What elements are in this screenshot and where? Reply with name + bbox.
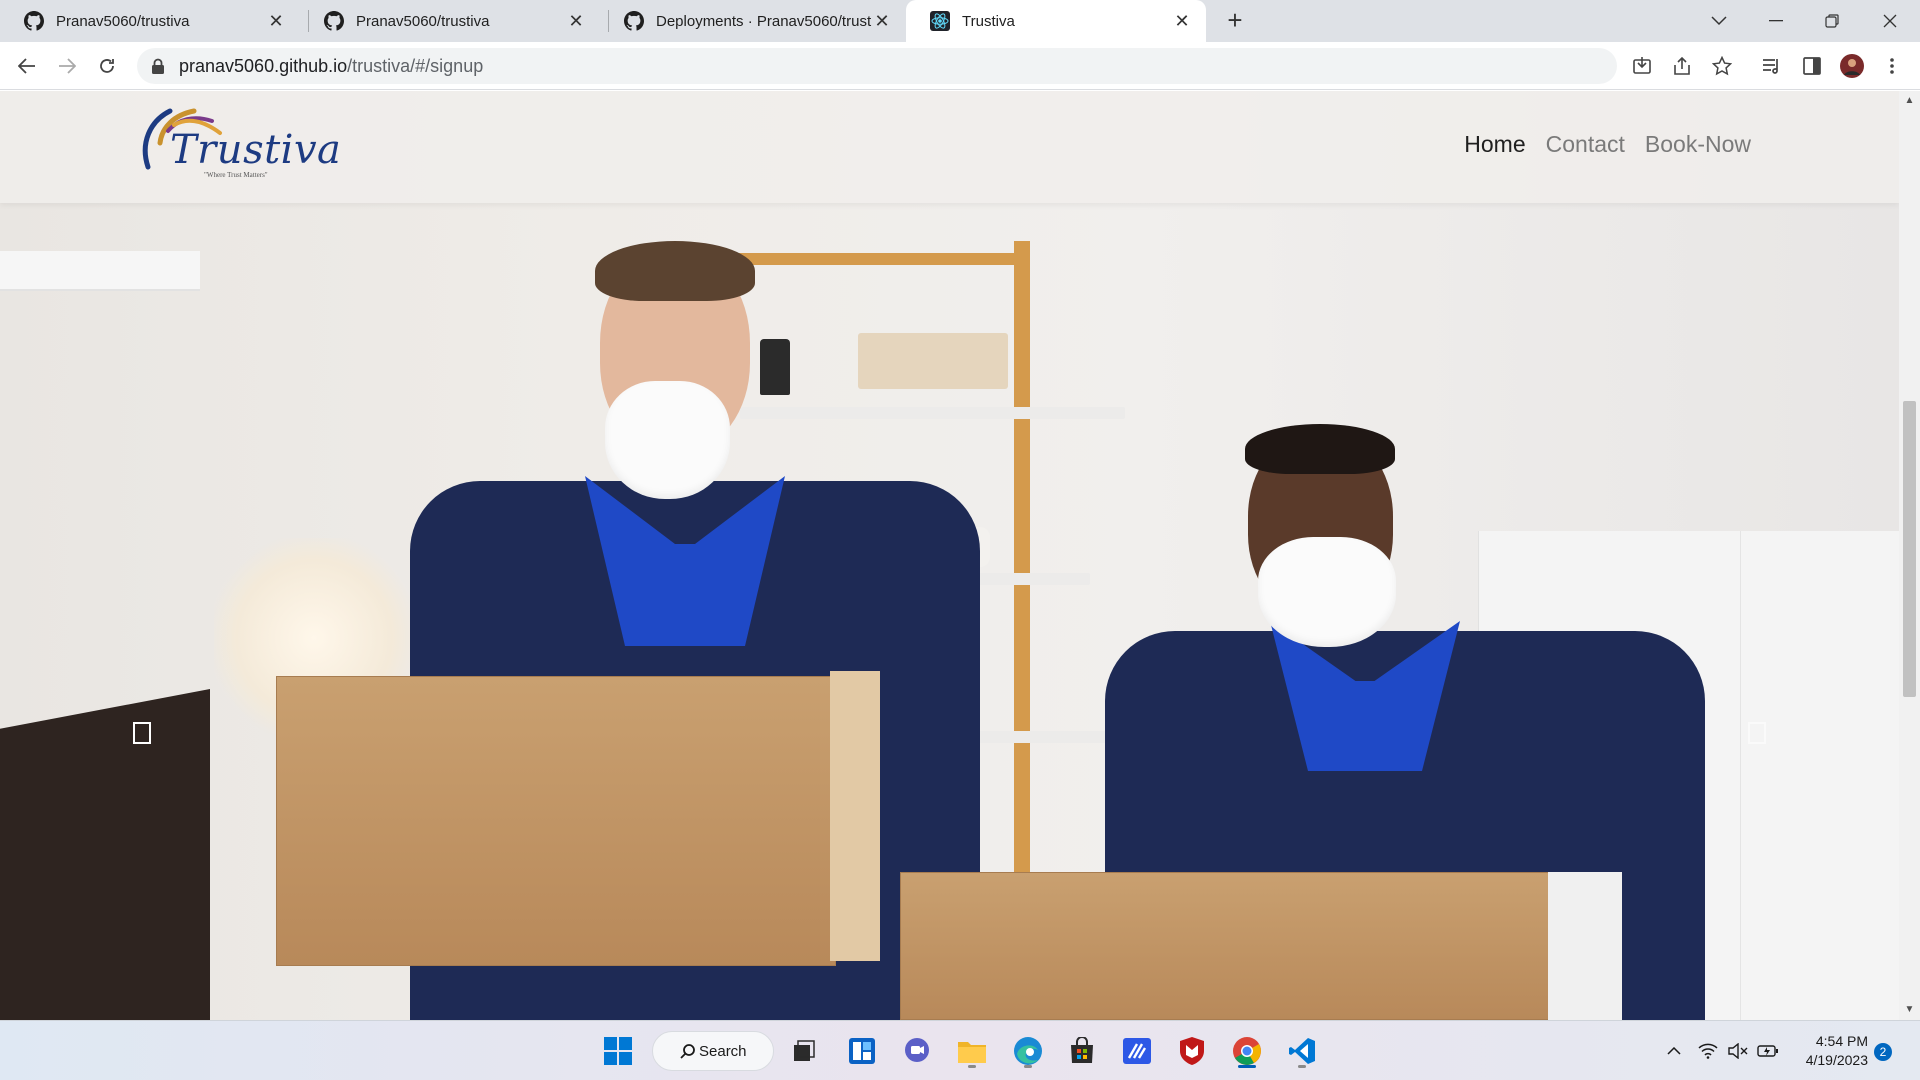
file-explorer-icon[interactable] xyxy=(952,1031,992,1071)
cardboard-box-left xyxy=(276,676,836,966)
scroll-thumb[interactable] xyxy=(1903,401,1916,697)
shelf-board xyxy=(740,407,1125,419)
notification-badge[interactable]: 2 xyxy=(1874,1043,1892,1061)
microsoft-store-icon[interactable] xyxy=(1062,1031,1102,1071)
running-indicator xyxy=(968,1065,976,1068)
clock-date: 4/19/2023 xyxy=(1805,1052,1868,1068)
url-path: /trustiva/#/signup xyxy=(347,55,484,76)
teams-chat-icon[interactable] xyxy=(897,1031,937,1071)
close-icon[interactable]: ✕ xyxy=(872,11,892,31)
tab-deployments[interactable]: Deployments · Pranav5060/trusti ✕ xyxy=(600,0,906,42)
battery-charging-icon[interactable] xyxy=(1756,1031,1780,1071)
page-viewport: Trustiva "Where Trust Matters" Home Cont… xyxy=(0,91,1899,1020)
tab-title: Pranav5060/trustiva xyxy=(356,12,490,30)
nav-book-now-link[interactable]: Book-Now xyxy=(1645,131,1751,158)
brand-tagline: "Where Trust Matters" xyxy=(204,171,268,179)
task-view-icon[interactable] xyxy=(784,1031,824,1071)
edge-browser-icon[interactable] xyxy=(1008,1031,1048,1071)
brand-name: Trustiva xyxy=(170,127,342,173)
search-icon xyxy=(680,1044,695,1059)
nav-contact-link[interactable]: Contact xyxy=(1546,131,1625,158)
powerautomate-icon[interactable] xyxy=(1117,1031,1157,1071)
wall-ac-unit xyxy=(0,251,200,291)
page-scrollbar[interactable]: ▲ ▼ xyxy=(1899,91,1920,1020)
show-hidden-icons-chevron-icon[interactable] xyxy=(1662,1031,1686,1071)
shelf-box-decor xyxy=(858,333,1008,389)
cabinet-divider xyxy=(1740,531,1741,1020)
new-tab-button[interactable]: + xyxy=(1222,7,1248,34)
github-icon xyxy=(324,11,344,31)
mover-left-mask xyxy=(605,381,730,499)
tab-github-2[interactable]: Pranav5060/trustiva ✕ xyxy=(300,0,600,42)
widgets-icon[interactable] xyxy=(842,1031,882,1071)
side-panel-icon[interactable] xyxy=(1796,50,1828,82)
carousel-next-control[interactable] xyxy=(1748,722,1766,744)
hero-carousel-image xyxy=(0,91,1899,1020)
chrome-menu-icon[interactable] xyxy=(1876,50,1908,82)
volume-muted-icon[interactable] xyxy=(1726,1031,1750,1071)
mover-left-hair xyxy=(595,241,755,301)
system-clock[interactable]: 4:54 PM 4/19/2023 xyxy=(1798,1032,1868,1070)
minimize-button[interactable] xyxy=(1748,0,1804,42)
github-icon xyxy=(24,11,44,31)
tab-title: Deployments · Pranav5060/trusti xyxy=(656,12,872,30)
profile-avatar-icon[interactable] xyxy=(1836,50,1868,82)
close-icon[interactable]: ✕ xyxy=(266,11,286,31)
windows-icon xyxy=(604,1037,632,1065)
cardboard-box-left-side xyxy=(830,671,880,961)
close-icon[interactable]: ✕ xyxy=(566,11,586,31)
search-label: Search xyxy=(699,1042,747,1060)
lock-icon xyxy=(152,58,164,74)
shelf-post-right xyxy=(1014,241,1030,961)
clock-time: 4:54 PM xyxy=(1815,1033,1868,1049)
mcafee-icon[interactable] xyxy=(1172,1031,1212,1071)
windows-taskbar: Search 4:54 PM 4/19/2023 2 xyxy=(0,1020,1920,1080)
running-indicator xyxy=(1024,1065,1032,1068)
scroll-down-arrow-icon[interactable]: ▼ xyxy=(1904,1004,1915,1015)
running-indicator xyxy=(1238,1065,1256,1068)
site-navbar: Trustiva "Where Trust Matters" Home Cont… xyxy=(0,91,1899,203)
cardboard-box-right-side xyxy=(1548,872,1622,1020)
cardboard-box-right xyxy=(900,872,1550,1020)
tab-github-1[interactable]: Pranav5060/trustiva ✕ xyxy=(0,0,300,42)
start-button[interactable] xyxy=(598,1031,638,1071)
tab-strip: Pranav5060/trustiva ✕ Pranav5060/trustiv… xyxy=(0,0,1920,42)
tab-title: Trustiva xyxy=(962,12,1015,30)
wifi-icon[interactable] xyxy=(1696,1031,1720,1071)
tab-trustiva[interactable]: Trustiva ✕ xyxy=(906,0,1206,42)
react-icon xyxy=(930,11,950,31)
install-app-icon[interactable] xyxy=(1626,50,1658,82)
nav-home-link[interactable]: Home xyxy=(1464,131,1525,158)
restore-button[interactable] xyxy=(1804,0,1860,42)
browser-toolbar: pranav5060.github.io/trustiva/#/signup xyxy=(0,42,1920,90)
tab-title: Pranav5060/trustiva xyxy=(56,12,190,30)
tab-search-chevron-icon[interactable] xyxy=(1691,0,1747,42)
scroll-up-arrow-icon[interactable]: ▲ xyxy=(1904,95,1915,106)
taskbar-search-button[interactable]: Search xyxy=(652,1031,774,1071)
forward-button[interactable] xyxy=(51,50,83,82)
bookmark-star-icon[interactable] xyxy=(1706,50,1738,82)
address-bar[interactable]: pranav5060.github.io/trustiva/#/signup xyxy=(137,48,1617,84)
main-nav: Home Contact Book-Now xyxy=(1464,131,1751,158)
mover-right-mask xyxy=(1258,537,1396,647)
github-icon xyxy=(624,11,644,31)
chrome-icon[interactable] xyxy=(1227,1031,1267,1071)
vscode-icon[interactable] xyxy=(1282,1031,1322,1071)
share-icon[interactable] xyxy=(1666,50,1698,82)
mover-right-hair xyxy=(1245,424,1395,474)
reload-button[interactable] xyxy=(91,50,123,82)
close-window-button[interactable] xyxy=(1862,0,1918,42)
back-button[interactable] xyxy=(11,50,43,82)
shelf-plant xyxy=(760,339,790,395)
running-indicator xyxy=(1298,1065,1306,1068)
carousel-prev-control[interactable] xyxy=(133,722,151,744)
trustiva-logo[interactable]: Trustiva "Where Trust Matters" xyxy=(140,103,341,181)
url-text: pranav5060.github.io/trustiva/#/signup xyxy=(179,56,483,77)
dark-monitor xyxy=(0,689,210,1020)
url-host: pranav5060.github.io xyxy=(179,55,348,76)
reading-list-icon[interactable] xyxy=(1756,50,1788,82)
close-icon[interactable]: ✕ xyxy=(1172,11,1192,31)
